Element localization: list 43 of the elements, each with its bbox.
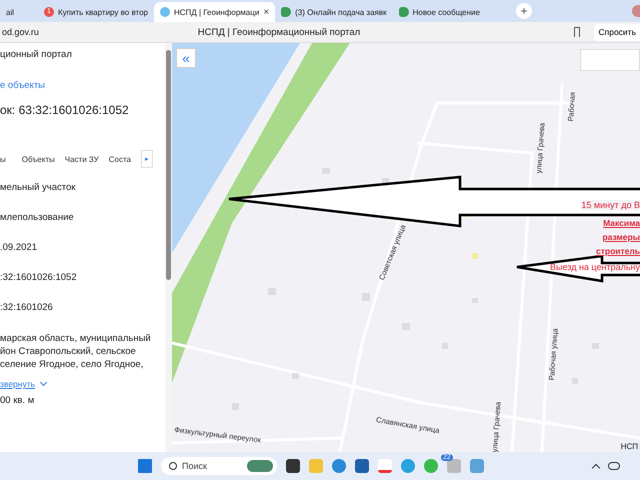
taskbar-search-field[interactable]: Поиск [161, 457, 277, 475]
map-search-field[interactable] [580, 49, 640, 71]
portal-name: ционный портал [0, 49, 73, 62]
panel-tab[interactable]: Соста [108, 149, 135, 169]
annotation-text: Выезд на центральну [550, 262, 640, 272]
collapse-link[interactable]: звернуть [0, 379, 36, 389]
field-value: :32:1601026 [0, 302, 54, 315]
start-icon[interactable] [138, 459, 152, 473]
tab-title: Новое сообщение [412, 8, 480, 16]
scrollbar[interactable] [165, 43, 172, 452]
search-icon [169, 462, 177, 470]
close-button[interactable]: × [263, 6, 270, 18]
field-value: млепользование [0, 212, 75, 225]
new-tab-button[interactable]: + [516, 3, 532, 19]
field-value: .09.2021 [0, 242, 38, 255]
field-value: мельный участок [0, 182, 76, 195]
search-placeholder: Поиск [182, 461, 208, 471]
annotation-text: размеры [602, 232, 640, 242]
page-title: НСПД | Геоинформационный портал [198, 26, 362, 38]
panel-tab[interactable]: ы [0, 149, 10, 169]
parcel-heading: ок: 63:32:1601026:1052 [0, 103, 130, 119]
browser-tab[interactable]: (3) Онлайн подача заявк [275, 2, 393, 22]
url-field[interactable]: od.gov.ru [0, 27, 198, 37]
annotation-text: строитель [596, 246, 640, 256]
tab-title: Купить квартиру во втор [58, 8, 148, 16]
globe-icon [160, 7, 170, 17]
ask-button[interactable]: Спросить [594, 24, 640, 40]
objects-link[interactable]: е объекты [0, 80, 165, 103]
annotation-text: 15 минут до В [581, 200, 640, 210]
annotation-text: Максима [603, 218, 640, 228]
browser-tab[interactable]: НСПД | Геоинформаци × [154, 2, 276, 22]
tab-title: ail [6, 8, 14, 16]
browser-tab[interactable]: Новое сообщение [392, 2, 486, 22]
address-text: марская область, муниципальный йон Ставропольский, сельское селение Ягодное, село Ягодное, [0, 332, 152, 371]
collapse-panel-button[interactable]: « [176, 48, 196, 68]
panel-tab[interactable]: Части ЗУ [64, 149, 103, 169]
field-value: :32:1601026:1052 [0, 272, 78, 285]
browser-tab[interactable]: ail [0, 2, 38, 22]
map-attribution: НСП [618, 442, 640, 451]
tab-title: НСПД | Геоинформаци [174, 8, 260, 16]
field-value: 00 кв. м [0, 395, 36, 408]
tab-title: (3) Онлайн подача заявк [295, 8, 387, 16]
panel-tab[interactable]: Объекты [22, 149, 59, 169]
